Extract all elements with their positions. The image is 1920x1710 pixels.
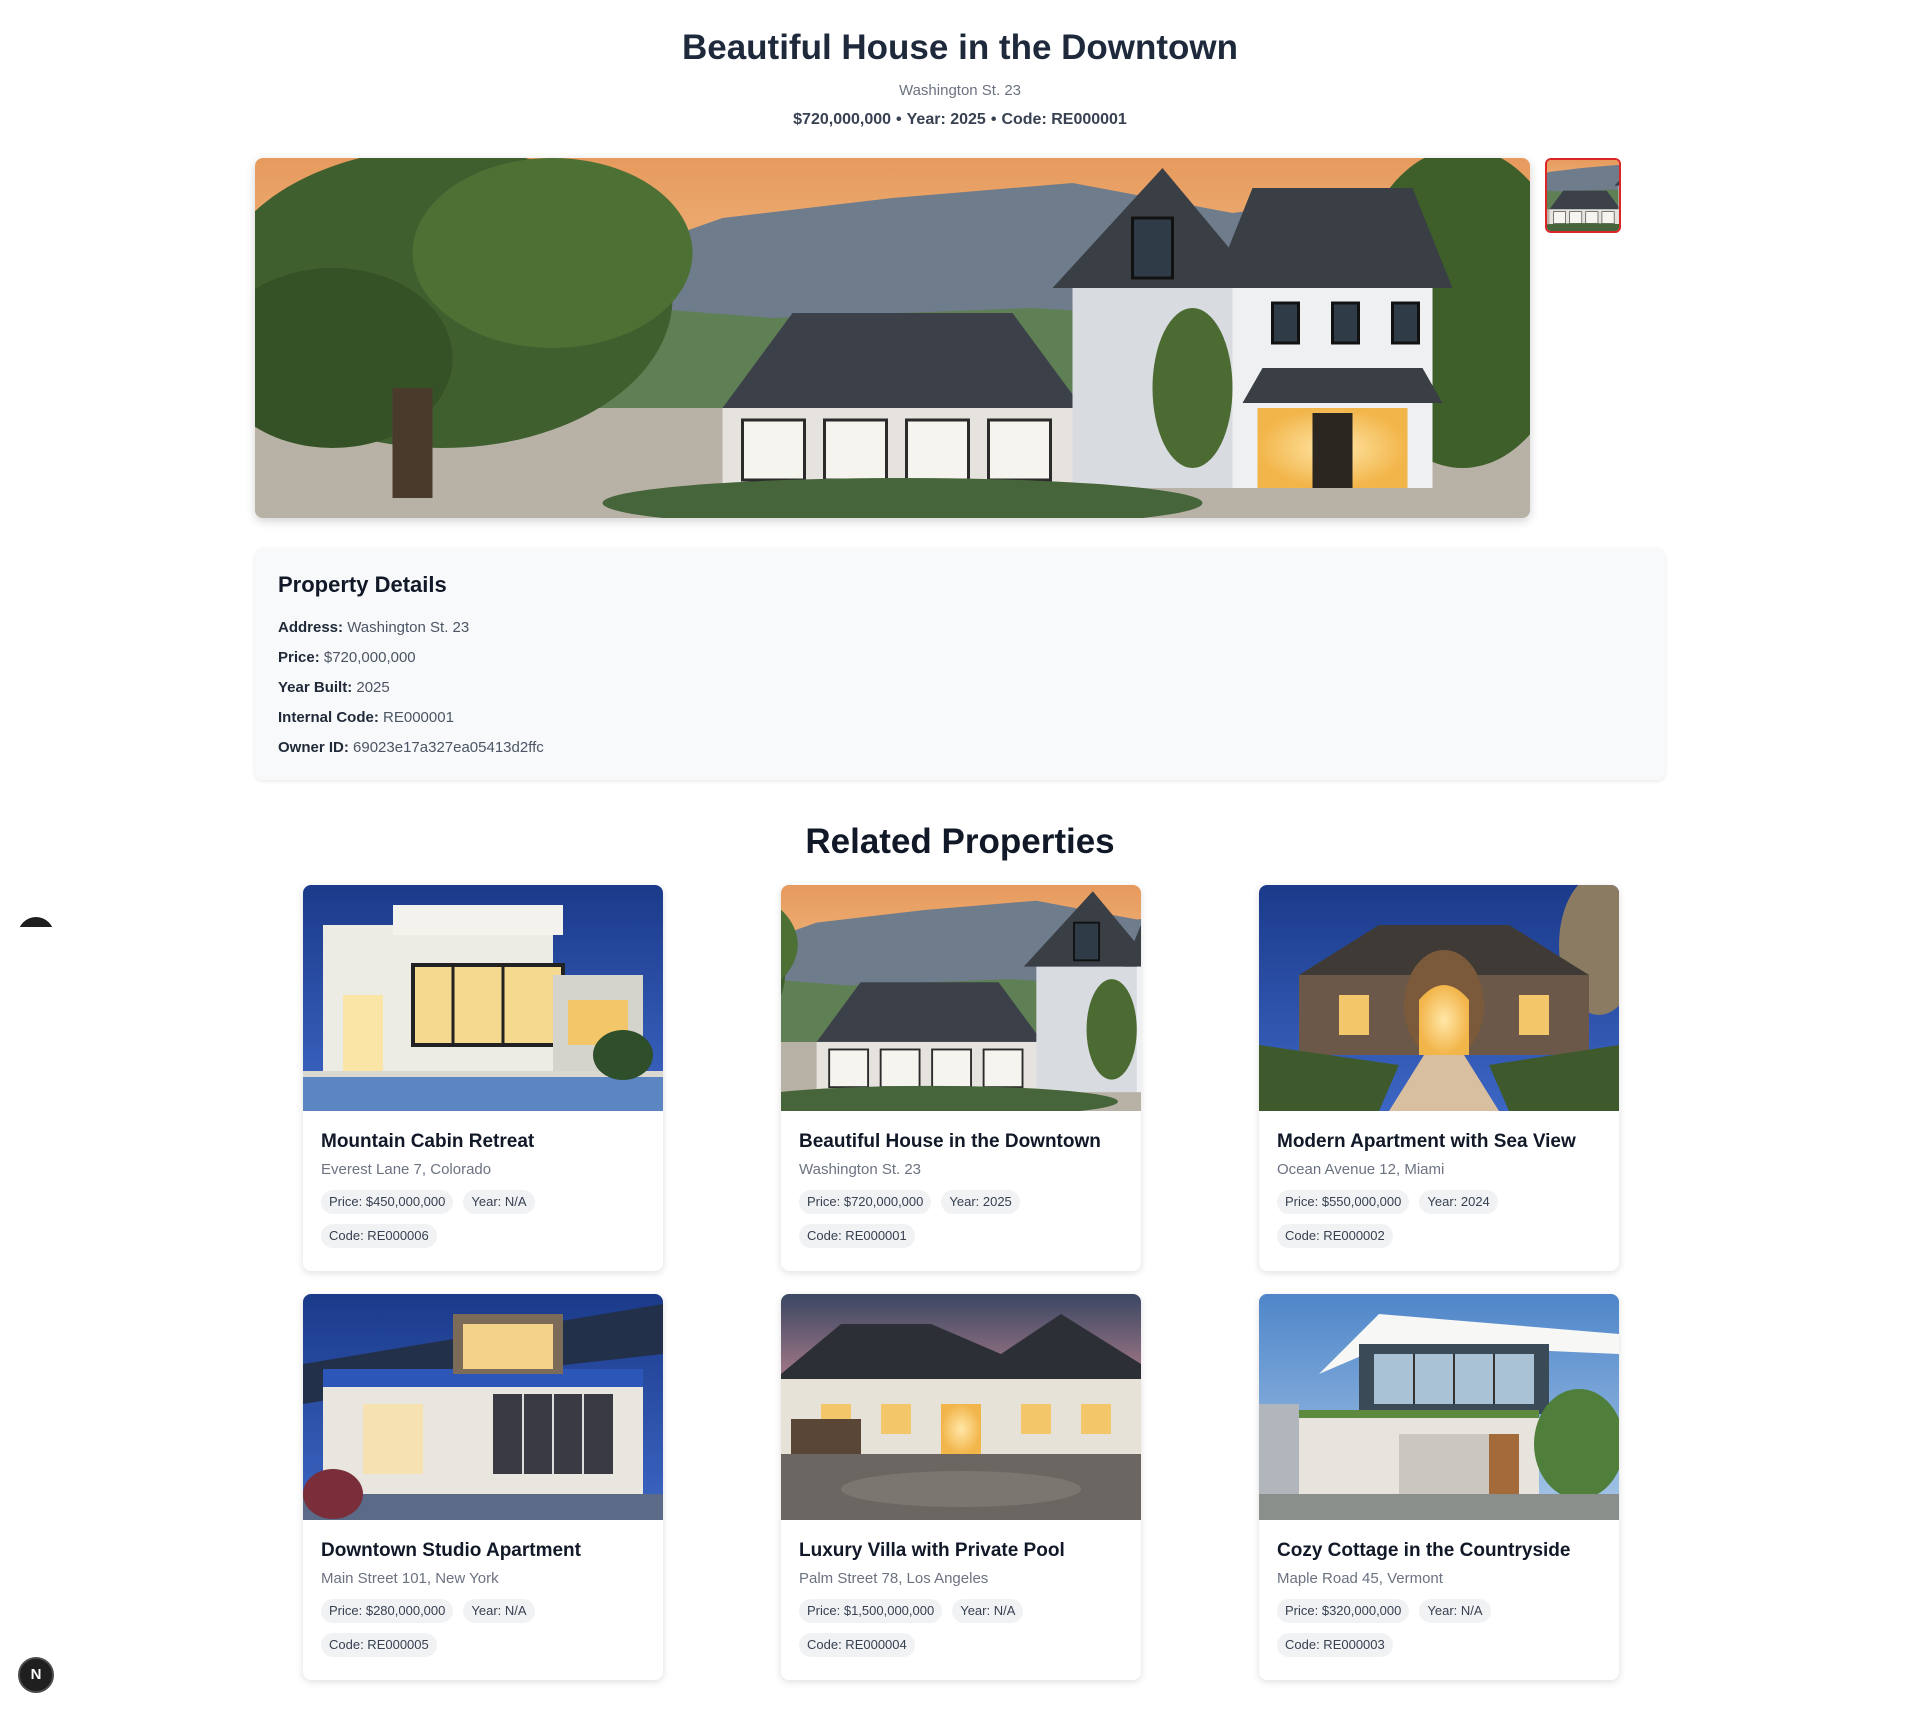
card-address: Everest Lane 7, Colorado [321, 1161, 492, 1178]
year-badge: Year: 2024 [1419, 1190, 1498, 1214]
page-title: Beautiful House in the Downtown [681, 28, 1239, 67]
year-badge: Year: N/A [952, 1599, 1024, 1623]
circle-icon [18, 917, 54, 927]
card-image [781, 1294, 1141, 1520]
code-badge: Code: RE000002 [1277, 1224, 1393, 1248]
code-badge: Code: RE000004 [799, 1633, 915, 1657]
code-badge: Code: RE000003 [1277, 1633, 1393, 1657]
detail-price: Price: $720,000,000 [278, 643, 1642, 673]
nextjs-dev-badge[interactable]: N [18, 1657, 54, 1693]
detail-value: Washington St. 23 [347, 619, 470, 636]
card-image [303, 885, 663, 1111]
card-address: Palm Street 78, Los Angeles [799, 1570, 989, 1587]
price-badge: Price: $280,000,000 [321, 1599, 454, 1623]
detail-label: Year Built: [278, 679, 353, 696]
price-badge: Price: $1,500,000,000 [799, 1599, 943, 1623]
property-details-panel: Property Details Address: Washington St.… [255, 549, 1665, 780]
property-address: Washington St. 23 [898, 82, 1021, 99]
gallery-thumbnail[interactable] [1545, 158, 1621, 233]
card-title: Modern Apartment with Sea View [1277, 1131, 1576, 1152]
related-property-card[interactable]: Cozy Cottage in the Countryside Maple Ro… [1259, 1294, 1619, 1680]
separator-dot: • [896, 111, 902, 128]
detail-year-built: Year Built: 2025 [278, 673, 1642, 703]
price-badge: Price: $320,000,000 [1277, 1599, 1410, 1623]
detail-value: RE000001 [383, 709, 454, 726]
price-badge: Price: $550,000,000 [1277, 1190, 1410, 1214]
main-property-image [255, 158, 1530, 518]
separator-dot: • [990, 111, 997, 128]
card-title: Cozy Cottage in the Countryside [1277, 1540, 1571, 1561]
detail-address: Address: Washington St. 23 [278, 613, 1642, 643]
year-badge: Year: N/A [1419, 1599, 1491, 1623]
detail-value: 69023e17a327ea05413d2ffc [353, 739, 544, 756]
detail-label: Address: [278, 619, 344, 636]
property-summary: $720,000,000 • Year: 2025 • Code: RE000001 [0, 110, 1920, 130]
code-badge: Code: RE000006 [321, 1224, 437, 1248]
related-property-card[interactable]: Beautiful House in the Downtown Washingt… [781, 885, 1141, 1271]
detail-label: Internal Code: [278, 709, 379, 726]
related-property-card[interactable]: Downtown Studio Apartment Main Street 10… [303, 1294, 663, 1680]
card-title: Luxury Villa with Private Pool [799, 1540, 1065, 1561]
property-header: Beautiful House in the Downtown Washingt… [0, 0, 1920, 130]
card-address: Washington St. 23 [799, 1161, 922, 1178]
summary-code: Code: RE000001 [1001, 111, 1127, 128]
related-property-card[interactable]: Mountain Cabin Retreat Everest Lane 7, C… [303, 885, 663, 1271]
year-badge: Year: N/A [463, 1190, 535, 1214]
detail-value: 2025 [356, 679, 390, 696]
code-badge: Code: RE000005 [321, 1633, 437, 1657]
related-property-card[interactable]: Modern Apartment with Sea View Ocean Ave… [1259, 885, 1619, 1271]
card-image [303, 1294, 663, 1520]
details-heading: Property Details [278, 572, 447, 597]
year-badge: Year: N/A [463, 1599, 535, 1623]
detail-value: $720,000,000 [323, 649, 416, 666]
year-badge: Year: 2025 [941, 1190, 1020, 1214]
related-properties-heading: Related Properties [805, 822, 1115, 861]
card-address: Maple Road 45, Vermont [1277, 1570, 1443, 1587]
price-badge: Price: $450,000,000 [321, 1190, 454, 1214]
summary-year: Year: 2025 [906, 111, 986, 128]
image-gallery [255, 158, 1622, 518]
card-title: Beautiful House in the Downtown [799, 1131, 1101, 1152]
code-badge: Code: RE000001 [799, 1224, 915, 1248]
detail-label: Owner ID: [278, 739, 349, 756]
price-badge: Price: $720,000,000 [799, 1190, 932, 1214]
detail-internal-code: Internal Code: RE000001 [278, 703, 1642, 733]
card-address: Main Street 101, New York [321, 1570, 499, 1587]
card-title: Mountain Cabin Retreat [321, 1131, 535, 1152]
card-image [1259, 885, 1619, 1111]
related-property-card[interactable]: Luxury Villa with Private Pool Palm Stre… [781, 1294, 1141, 1680]
card-title: Downtown Studio Apartment [321, 1540, 581, 1561]
card-image [1259, 1294, 1619, 1520]
detail-label: Price: [278, 649, 320, 666]
card-address: Ocean Avenue 12, Miami [1277, 1161, 1445, 1178]
summary-price: $720,000,000 [793, 111, 892, 128]
card-image [781, 885, 1141, 1111]
floating-button-partial[interactable] [18, 917, 54, 927]
detail-owner-id: Owner ID: 69023e17a327ea05413d2ffc [278, 733, 1642, 763]
